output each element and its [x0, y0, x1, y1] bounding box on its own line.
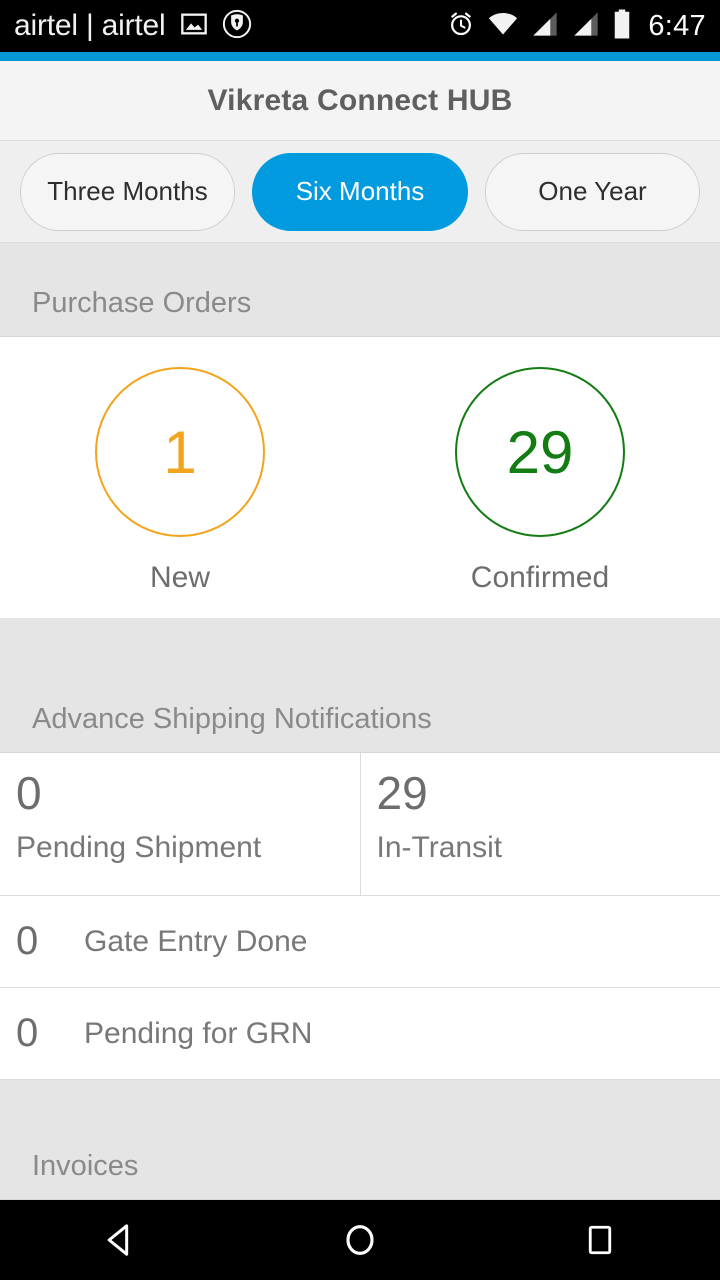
recents-button[interactable] — [540, 1200, 660, 1280]
home-button[interactable] — [300, 1200, 420, 1280]
section-title-invoices: Invoices — [32, 1150, 139, 1182]
asn-pending-shipment-label: Pending Shipment — [16, 831, 262, 865]
asn-row-pending-for-grn[interactable]: 0 Pending for GRN — [0, 988, 720, 1080]
wifi-icon — [488, 11, 518, 42]
status-bar: airtel | airtel 6:47 — [0, 0, 720, 52]
clock: 6:47 — [648, 9, 706, 42]
page-title: Vikreta Connect HUB — [207, 83, 513, 117]
period-filter-group: Three Months Six Months One Year — [0, 141, 720, 243]
status-bar-right: 6:47 — [447, 9, 706, 44]
carrier-label: airtel | airtel — [14, 9, 166, 42]
accent-bar — [0, 52, 720, 61]
status-bar-left: airtel | airtel — [14, 9, 252, 44]
alarm-icon — [447, 10, 475, 43]
tab-six-months[interactable]: Six Months — [252, 152, 468, 231]
asn-cell-in-transit[interactable]: 29 In-Transit — [361, 753, 720, 895]
po-confirmed-label: Confirmed — [470, 561, 610, 594]
image-icon — [180, 10, 208, 43]
asn-summary-row: 0 Pending Shipment 29 In-Transit — [0, 753, 720, 896]
phone-screen: airtel | airtel 6:47 Vikreta Connect HUB… — [0, 0, 720, 1280]
signal-icon — [531, 11, 559, 42]
section-title-purchase-orders: Purchase Orders — [32, 287, 252, 319]
po-new-count-circle: 1 — [95, 367, 265, 537]
back-button[interactable] — [60, 1200, 180, 1280]
section-header-purchase-orders: Purchase Orders — [0, 243, 720, 337]
asn-row-gate-entry-done[interactable]: 0 Gate Entry Done — [0, 896, 720, 988]
po-stat-new[interactable]: 1 New — [0, 337, 360, 618]
po-new-label: New — [149, 561, 210, 594]
po-confirmed-count-circle: 29 — [455, 367, 625, 537]
asn-in-transit-label: In-Transit — [376, 831, 503, 865]
asn-pending-shipment-value: 0 — [16, 767, 42, 819]
tab-three-months[interactable]: Three Months — [20, 152, 235, 231]
asn-gate-entry-value: 0 — [16, 919, 39, 963]
signal-icon — [572, 11, 600, 42]
asn-pending-grn-value: 0 — [16, 1011, 39, 1055]
purchase-orders-panel: 1 New 29 Confirmed — [0, 337, 720, 618]
battery-icon — [613, 9, 631, 44]
app-bar: Vikreta Connect HUB — [0, 61, 720, 141]
vpn-key-badge-icon — [222, 9, 252, 44]
asn-pending-grn-label: Pending for GRN — [84, 1016, 313, 1050]
section-title-asn: Advance Shipping Notifications — [32, 703, 432, 735]
asn-in-transit-value: 29 — [376, 767, 428, 819]
asn-cell-pending-shipment[interactable]: 0 Pending Shipment — [0, 753, 361, 895]
navigation-bar — [0, 1200, 720, 1280]
asn-gate-entry-label: Gate Entry Done — [84, 924, 308, 958]
tab-one-year[interactable]: One Year — [485, 152, 700, 231]
section-header-asn: Advance Shipping Notifications — [0, 618, 720, 753]
po-stat-confirmed[interactable]: 29 Confirmed — [360, 337, 720, 618]
section-header-invoices: Invoices — [0, 1080, 720, 1200]
